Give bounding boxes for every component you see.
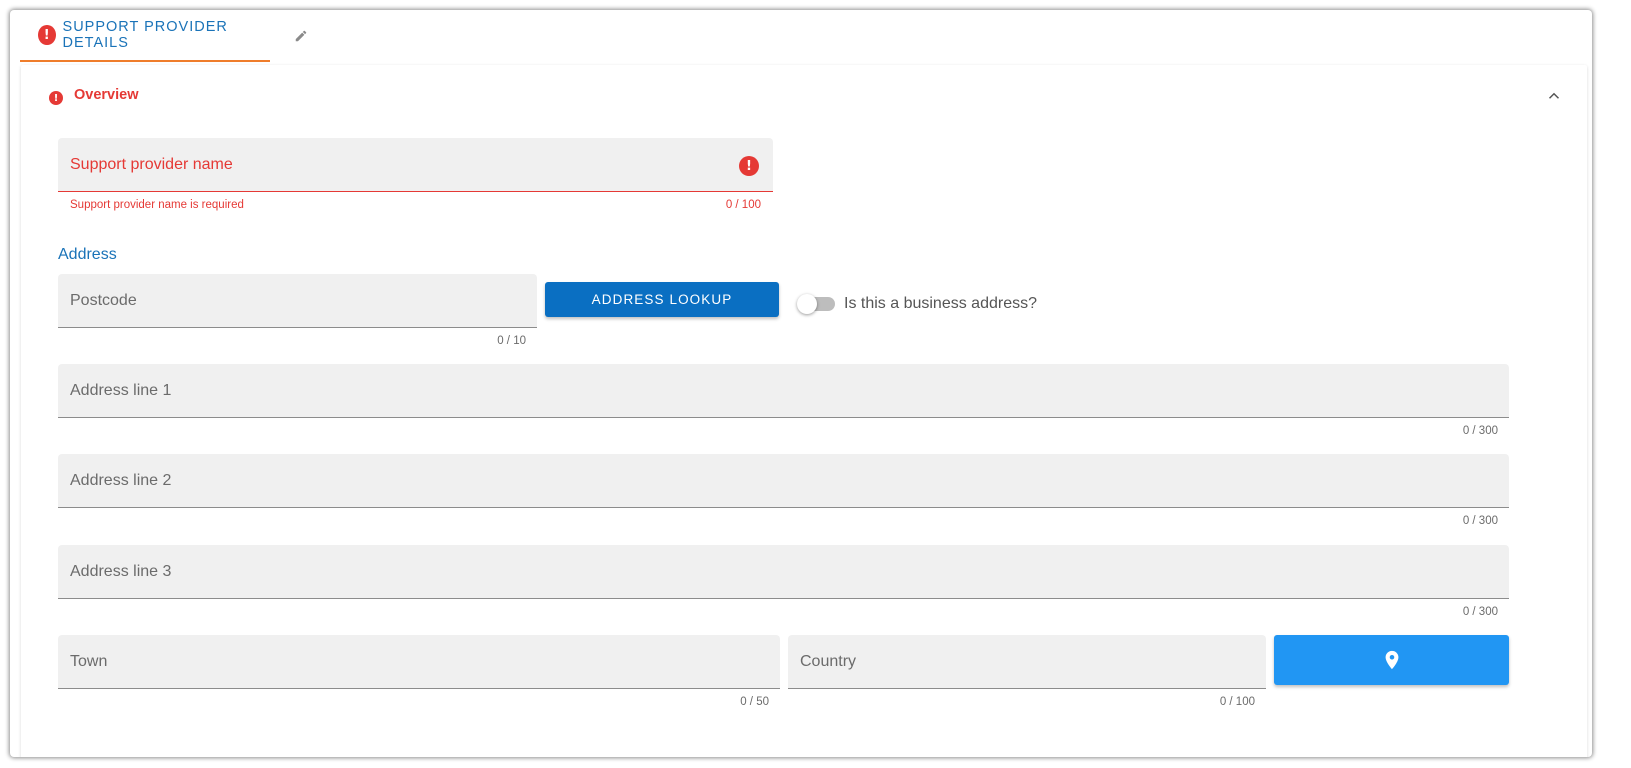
postcode-label: Postcode [70, 292, 137, 309]
map-location-button[interactable] [1274, 635, 1509, 685]
postcode-input[interactable]: Postcode [58, 274, 537, 328]
address-line-2-label: Address line 2 [70, 472, 172, 489]
panel-title: Overview [74, 87, 139, 103]
support-provider-name-counter: 0 / 100 [725, 199, 761, 211]
error-icon: ! [49, 91, 63, 105]
business-address-toggle[interactable] [797, 293, 839, 315]
pencil-icon-svg [295, 30, 307, 42]
address-line-2-input[interactable]: Address line 2 [58, 454, 1509, 508]
map-pin-icon [1385, 650, 1398, 670]
support-provider-name-label: Support provider name [70, 156, 233, 173]
address-section-label: Address [58, 246, 117, 263]
support-provider-name-error-text: Support provider name is required [70, 199, 244, 211]
address-line-3-input[interactable]: Address line 3 [58, 545, 1509, 599]
overview-panel: ! Overview Support provider name ! Suppo… [21, 65, 1587, 757]
address-lookup-button[interactable]: ADDRESS LOOKUP [545, 282, 779, 317]
address-line-1-input[interactable]: Address line 1 [58, 364, 1509, 418]
error-icon: ! [38, 25, 56, 45]
toggle-thumb [797, 294, 817, 314]
town-input[interactable]: Town [58, 635, 780, 689]
country-label: Country [800, 653, 857, 670]
postcode-counter: 0 / 10 [497, 335, 526, 347]
pencil-icon[interactable] [293, 29, 309, 45]
address-line-3-counter: 0 / 300 [1462, 606, 1498, 618]
address-line-2-counter: 0 / 300 [1462, 515, 1498, 527]
country-input[interactable]: Country [788, 635, 1266, 689]
app-frame: ! SUPPORT PROVIDER DETAILS ! Overview Su… [10, 10, 1592, 757]
tab-label: SUPPORT PROVIDER DETAILS [62, 19, 228, 51]
address-line-1-label: Address line 1 [70, 382, 172, 399]
country-counter: 0 / 100 [1219, 696, 1255, 708]
chevron-up-icon[interactable] [1545, 87, 1563, 105]
town-label: Town [70, 653, 108, 670]
address-line-1-counter: 0 / 300 [1462, 425, 1498, 437]
town-counter: 0 / 50 [740, 696, 769, 708]
overview-panel-header[interactable]: ! Overview [21, 65, 1587, 125]
business-address-label: Is this a business address? [844, 295, 1037, 312]
address-line-3-label: Address line 3 [70, 563, 172, 580]
error-icon: ! [739, 156, 759, 176]
tab-support-provider-details[interactable]: ! SUPPORT PROVIDER DETAILS [20, 10, 270, 62]
support-provider-name-input[interactable]: Support provider name ! [58, 138, 773, 192]
